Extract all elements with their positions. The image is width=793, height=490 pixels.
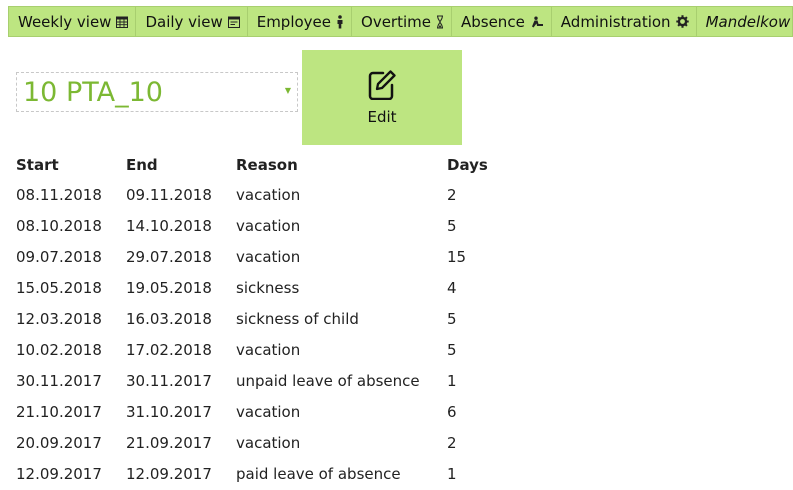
absences-table: Start End Reason Days 08.11.2018 09.11.2… xyxy=(16,150,507,489)
table-row: 21.10.2017 31.10.2017 vacation 6 xyxy=(16,396,507,427)
cell-end: 17.02.2018 xyxy=(126,340,212,359)
nav-weekly-view-label: Weekly view xyxy=(18,12,112,31)
nav-absence-label: Absence xyxy=(460,12,525,31)
nav-daily-view-label: Daily view xyxy=(145,12,223,31)
gear-icon xyxy=(675,15,689,28)
table-row: 08.11.2018 09.11.2018 vacation 2 xyxy=(16,179,507,210)
main-navbar: Weekly view Daily view Employee Overtime… xyxy=(8,6,793,37)
cell-days: 2 xyxy=(447,433,457,452)
cell-start: 08.10.2018 xyxy=(16,216,102,235)
absence-icon xyxy=(530,16,544,28)
table-row: 30.11.2017 30.11.2017 unpaid leave of ab… xyxy=(16,365,507,396)
cell-end: 31.10.2017 xyxy=(126,402,212,421)
cell-reason: vacation xyxy=(236,340,301,359)
cell-start: 20.09.2017 xyxy=(16,433,102,452)
cell-days: 1 xyxy=(447,371,457,390)
cell-end: 19.05.2018 xyxy=(126,278,212,297)
column-header-start: Start xyxy=(16,155,59,174)
nav-weekly-view[interactable]: Weekly view xyxy=(9,7,137,36)
hourglass-icon xyxy=(436,15,444,29)
cell-start: 12.09.2017 xyxy=(16,464,102,483)
daily-calendar-icon xyxy=(227,16,240,28)
nav-user[interactable]: Mandelkow xyxy=(697,7,793,36)
nav-overtime[interactable]: Overtime xyxy=(352,7,452,36)
cell-start: 09.07.2018 xyxy=(16,247,102,266)
edit-button[interactable]: Edit xyxy=(302,50,462,145)
nav-overtime-label: Overtime xyxy=(361,12,431,31)
cell-start: 30.11.2017 xyxy=(16,371,102,390)
edit-button-label: Edit xyxy=(367,107,397,126)
column-header-reason: Reason xyxy=(236,155,298,174)
cell-end: 09.11.2018 xyxy=(126,185,212,204)
cell-reason: vacation xyxy=(236,247,301,266)
table-row: 12.09.2017 12.09.2017 paid leave of abse… xyxy=(16,458,507,489)
cell-days: 1 xyxy=(447,464,457,483)
dropdown-arrow-icon: ▼ xyxy=(284,86,291,95)
cell-start: 15.05.2018 xyxy=(16,278,102,297)
nav-employee[interactable]: Employee xyxy=(248,7,353,36)
table-row: 10.02.2018 17.02.2018 vacation 5 xyxy=(16,334,507,365)
table-row: 20.09.2017 21.09.2017 vacation 2 xyxy=(16,427,507,458)
nav-daily-view[interactable]: Daily view xyxy=(136,7,248,36)
nav-absence[interactable]: Absence xyxy=(452,7,552,36)
cell-reason: sickness xyxy=(236,278,300,297)
employee-select-value: 10 PTA_10 xyxy=(23,76,163,108)
edit-icon xyxy=(368,69,396,104)
column-header-days: Days xyxy=(447,155,488,174)
cell-days: 2 xyxy=(447,185,457,204)
nav-employee-label: Employee xyxy=(256,12,332,31)
calendar-icon xyxy=(116,16,129,28)
cell-reason: vacation xyxy=(236,433,301,452)
cell-reason: vacation xyxy=(236,402,301,421)
cell-reason: paid leave of absence xyxy=(236,464,401,483)
nav-administration[interactable]: Administration xyxy=(552,7,697,36)
employee-select[interactable]: 10 PTA_10 ▼ xyxy=(16,72,298,112)
cell-days: 4 xyxy=(447,278,457,297)
cell-days: 15 xyxy=(447,247,467,266)
cell-start: 12.03.2018 xyxy=(16,309,102,328)
cell-reason: unpaid leave of absence xyxy=(236,371,420,390)
table-header-row: Start End Reason Days xyxy=(16,150,507,179)
table-row: 08.10.2018 14.10.2018 vacation 5 xyxy=(16,210,507,241)
cell-days: 5 xyxy=(447,340,457,359)
table-row: 15.05.2018 19.05.2018 sickness 4 xyxy=(16,272,507,303)
cell-end: 14.10.2018 xyxy=(126,216,212,235)
cell-reason: vacation xyxy=(236,185,301,204)
table-row: 12.03.2018 16.03.2018 sickness of child … xyxy=(16,303,507,334)
cell-end: 29.07.2018 xyxy=(126,247,212,266)
cell-end: 16.03.2018 xyxy=(126,309,212,328)
cell-days: 5 xyxy=(447,309,457,328)
cell-start: 10.02.2018 xyxy=(16,340,102,359)
cell-start: 21.10.2017 xyxy=(16,402,102,421)
cell-reason: vacation xyxy=(236,216,301,235)
cell-days: 6 xyxy=(447,402,457,421)
table-row: 09.07.2018 29.07.2018 vacation 15 xyxy=(16,241,507,272)
cell-end: 30.11.2017 xyxy=(126,371,212,390)
cell-end: 12.09.2017 xyxy=(126,464,212,483)
cell-reason: sickness of child xyxy=(236,309,359,328)
cell-start: 08.11.2018 xyxy=(16,185,102,204)
cell-end: 21.09.2017 xyxy=(126,433,212,452)
person-icon xyxy=(336,14,344,29)
cell-days: 5 xyxy=(447,216,457,235)
column-header-end: End xyxy=(126,155,158,174)
nav-administration-label: Administration xyxy=(560,12,671,31)
nav-user-label: Mandelkow xyxy=(705,12,791,31)
